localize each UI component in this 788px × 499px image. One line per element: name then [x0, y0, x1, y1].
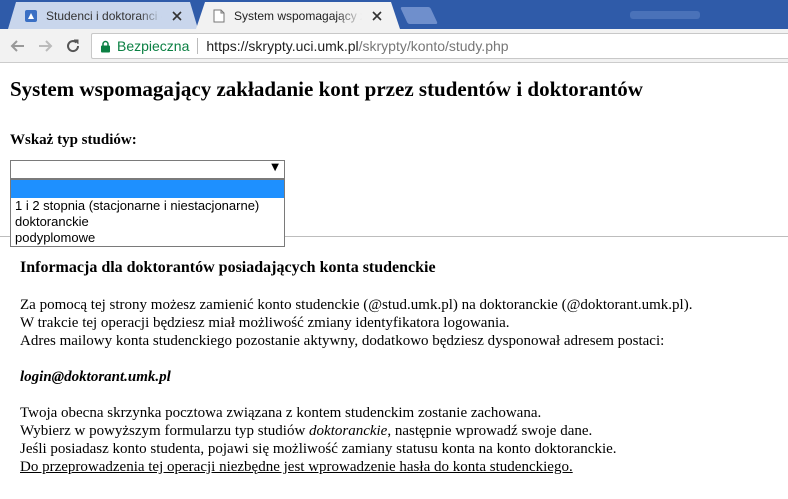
browser-toolbar: Bezpieczna https://skrypty.uci.umk.pl/sk…	[0, 29, 788, 63]
info-paragraph-6: Jeśli posiadasz konto studenta, pojawi s…	[20, 441, 617, 457]
arrow-left-icon	[10, 40, 24, 52]
option-empty[interactable]	[11, 180, 284, 198]
study-type-select[interactable]: ▼	[10, 160, 285, 179]
profile-area	[630, 11, 700, 19]
caret-down-icon: ▼	[271, 162, 279, 173]
tab-title: Studenci i doktoranci - za	[46, 8, 158, 23]
page-favicon-icon	[24, 9, 38, 23]
info-paragraph-5-end: , następnie wprowadź swoje dane.	[387, 423, 593, 439]
info-paragraph-7: Do przeprowadzenia tej operacji niezbędn…	[20, 459, 573, 475]
study-type-dropdown: 1 i 2 stopnia (stacjonarne i niestacjona…	[10, 179, 285, 247]
info-paragraph-2: W trakcie tej operacji będziesz miał moż…	[20, 315, 510, 331]
page-title: System wspomagający zakładanie kont prze…	[10, 77, 643, 101]
close-icon[interactable]	[370, 9, 384, 23]
lock-icon	[101, 40, 110, 52]
address-bar[interactable]: Bezpieczna https://skrypty.uci.umk.pl/sk…	[91, 33, 788, 59]
info-paragraph-5: Wybierz w powyższym formularzu typ studi…	[20, 423, 592, 440]
info-heading: Informacja dla doktorantów posiadających…	[20, 259, 436, 276]
option-podyplomowe[interactable]: podyplomowe	[11, 230, 284, 246]
info-paragraph-1: Za pomocą tej strony możesz zamienić kon…	[20, 297, 693, 313]
reload-button[interactable]	[64, 37, 82, 55]
info-paragraph-4: Twoja obecna skrzynka pocztowa związana …	[20, 405, 542, 421]
info-paragraph-5-emphasis: doktoranckie	[309, 423, 388, 439]
info-paragraph-3: Adres mailowy konta studenckiego pozosta…	[20, 333, 665, 349]
info-paragraph-5-start: Wybierz w powyższym formularzu typ studi…	[20, 423, 310, 439]
new-tab-button[interactable]	[400, 7, 438, 24]
tab-strip: Studenci i doktoranci - za System wspoma…	[0, 0, 788, 29]
arrow-right-icon	[39, 40, 53, 52]
tab-studenci[interactable]: Studenci i doktoranci - za	[8, 2, 198, 29]
secure-label: Bezpieczna	[117, 38, 190, 54]
tab-system[interactable]: System wspomagający za	[196, 2, 400, 29]
reload-icon	[67, 39, 80, 53]
omnibox-separator	[197, 38, 199, 54]
close-icon[interactable]	[170, 9, 184, 23]
option-doktoranckie[interactable]: doktoranckie	[11, 214, 284, 230]
url-host: https://skrypty.uci.umk.pl	[206, 38, 359, 54]
url-path: /skrypty/konto/study.php	[358, 38, 509, 54]
secure-indicator[interactable]: Bezpieczna	[100, 38, 189, 54]
document-icon	[212, 9, 226, 23]
login-example: login@doktorant.umk.pl	[20, 369, 171, 385]
back-button[interactable]	[9, 37, 27, 55]
tab-title: System wspomagający za	[234, 8, 362, 23]
option-1-2-stopnia[interactable]: 1 i 2 stopnia (stacjonarne i niestacjona…	[11, 198, 284, 214]
forward-button[interactable]	[36, 37, 54, 55]
study-type-label: Wskaż typ studiów:	[10, 132, 137, 148]
